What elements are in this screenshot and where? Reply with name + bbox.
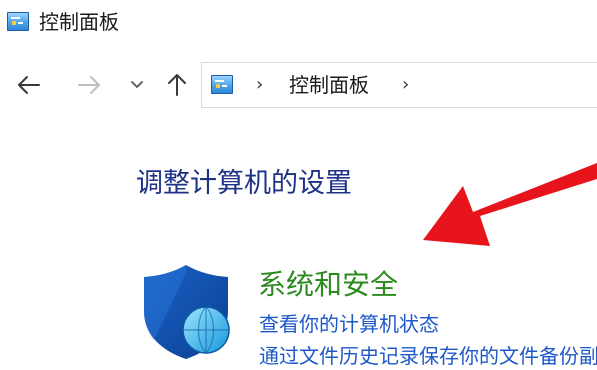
forward-button[interactable] bbox=[74, 68, 104, 102]
breadcrumb-control-panel[interactable]: 控制面板 bbox=[289, 72, 369, 98]
back-button[interactable] bbox=[14, 68, 44, 102]
recent-locations-button[interactable] bbox=[126, 68, 148, 102]
up-button[interactable] bbox=[162, 68, 192, 102]
arrow-right-icon bbox=[78, 76, 100, 94]
shield-icon[interactable] bbox=[140, 263, 232, 360]
category-system-security-title[interactable]: 系统和安全 bbox=[258, 266, 398, 304]
breadcrumb-separator[interactable]: › bbox=[256, 72, 263, 98]
breadcrumb-separator[interactable]: › bbox=[402, 72, 409, 98]
page-heading: 调整计算机的设置 bbox=[136, 168, 352, 199]
link-view-computer-status[interactable]: 查看你的计算机状态 bbox=[259, 311, 439, 338]
arrow-left-icon bbox=[18, 76, 40, 94]
address-bar[interactable]: › 控制面板 › bbox=[201, 62, 597, 108]
link-file-history-backup[interactable]: 通过文件历史记录保存你的文件备份副本 bbox=[259, 343, 597, 370]
control-panel-icon bbox=[7, 12, 29, 31]
arrow-up-icon bbox=[168, 74, 186, 96]
window-title: 控制面板 bbox=[39, 10, 119, 34]
control-panel-icon bbox=[211, 75, 233, 94]
chevron-down-icon bbox=[131, 81, 143, 88]
title-bar: 控制面板 bbox=[0, 0, 597, 44]
